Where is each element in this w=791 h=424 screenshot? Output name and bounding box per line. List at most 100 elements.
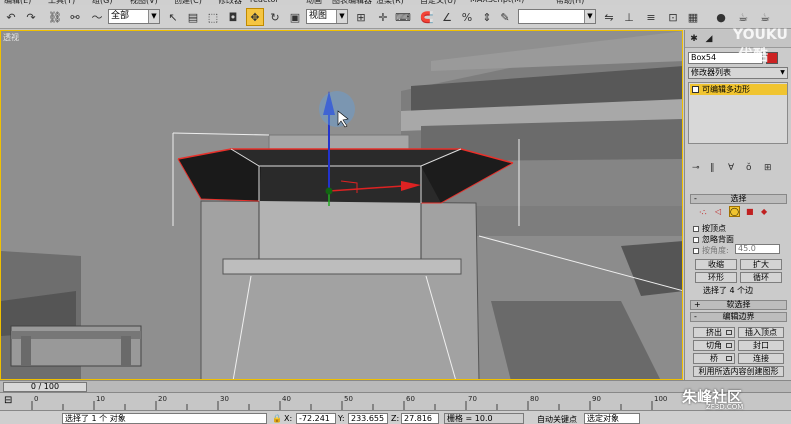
named-selection-dropdown[interactable]: ▼ <box>518 9 596 24</box>
select-manipulate-icon[interactable]: ✛ <box>374 8 392 26</box>
track-tick-label: 30 <box>220 395 229 403</box>
align-icon[interactable]: ⊥ <box>620 8 638 26</box>
edit-named-selection-icon[interactable]: ✎ <box>496 8 514 26</box>
stack-expand-icon[interactable] <box>692 86 699 93</box>
x-label: X: <box>284 414 293 423</box>
viewport-label[interactable]: 透视 <box>3 32 19 43</box>
angle-snap-icon[interactable]: ∠ <box>438 8 456 26</box>
bridge-button[interactable]: 桥 <box>693 353 735 364</box>
command-panel: ✱ ◢ Box54 修改器列表 ▼ 可编辑多边形 ⊸ ‖ ∀ ǒ ⊞ - 选择 ·∴… <box>684 30 791 380</box>
auto-key-label[interactable]: 自动关键点 <box>537 414 577 424</box>
shrink-button[interactable]: 收缩 <box>695 259 737 270</box>
show-end-result-icon[interactable]: ‖ <box>710 163 715 173</box>
y-coordinate-field[interactable]: 233.655 <box>348 413 388 424</box>
undo-icon[interactable]: ↶ <box>2 8 20 26</box>
time-slider[interactable]: 0 / 100 <box>3 382 87 392</box>
spinner-snap-icon[interactable]: ⇕ <box>478 8 496 26</box>
track-tick-label: 70 <box>468 395 477 403</box>
track-tick-label: 60 <box>406 395 415 403</box>
track-tick-label: 20 <box>158 395 167 403</box>
configure-sets-icon[interactable]: ⊞ <box>764 163 772 173</box>
pillar-ledge <box>222 258 462 275</box>
vertex-level-icon[interactable]: ·∴ <box>699 208 707 217</box>
track-tick-label: 10 <box>96 395 105 403</box>
mirror-icon[interactable]: ⇋ <box>600 8 618 26</box>
soft-selection-rollout-header[interactable]: + 软选择 <box>690 300 787 310</box>
selection-filter-dropdown[interactable]: 全部 ▼ <box>108 9 160 24</box>
track-tick-label: 40 <box>282 395 291 403</box>
snap-toggle-icon[interactable]: 🧲 <box>418 8 436 26</box>
border-level-icon[interactable]: ◯ <box>729 206 740 217</box>
chamfer-button[interactable]: 切角 <box>693 340 735 351</box>
youku-watermark: YOUKU <box>733 27 788 43</box>
pivot-center-icon[interactable]: ⊞ <box>352 8 370 26</box>
edge-level-icon[interactable]: ◁ <box>715 207 721 216</box>
grow-button[interactable]: 扩大 <box>740 259 782 270</box>
stack-toolbar: ⊸ ‖ ∀ ǒ ⊞ <box>688 163 788 177</box>
key-filter-dropdown[interactable]: 选定对象 <box>584 413 640 424</box>
curve-editor-icon[interactable]: ⊡ <box>664 8 682 26</box>
window-crossing-icon[interactable]: ◘ <box>224 8 242 26</box>
track-tick-label: 80 <box>530 395 539 403</box>
x-coordinate-field[interactable]: -72.241 <box>296 413 336 424</box>
bind-space-warp-icon[interactable]: 〜 <box>88 8 106 26</box>
gizmo-center[interactable] <box>325 187 333 195</box>
loop-button[interactable]: 循环 <box>740 272 782 283</box>
track-scale: 0 10 20 30 40 50 60 70 80 90 100 <box>31 395 667 410</box>
ignore-backfacing-checkbox[interactable]: 忽略背面 <box>693 234 734 245</box>
lock-selection-icon[interactable]: 🔒 <box>272 414 282 423</box>
track-bar[interactable]: ⊟ 0 10 20 30 40 50 60 70 80 90 100 <box>0 392 791 410</box>
select-rotate-icon[interactable]: ↻ <box>266 8 284 26</box>
status-bar: 选择了 1 个 对象 🔒 X: -72.241 Y: 233.655 Z: 27… <box>0 410 791 424</box>
pin-stack-icon[interactable]: ⊸ <box>692 163 700 173</box>
element-level-icon[interactable]: ◆ <box>761 207 767 216</box>
extrude-button[interactable]: 挤出 <box>693 327 735 338</box>
render-setup-icon[interactable]: ☕ <box>734 8 752 26</box>
modifier-stack: 可编辑多边形 <box>688 82 788 144</box>
z-coordinate-field[interactable]: 27.816 <box>401 413 439 424</box>
insert-vertex-button[interactable]: 插入顶点 <box>738 327 784 338</box>
time-slider-bar: 0 / 100 <box>0 380 791 392</box>
redo-icon[interactable]: ↷ <box>22 8 40 26</box>
modifier-list-dropdown[interactable]: 修改器列表 ▼ <box>688 67 788 79</box>
selection-rollout-header[interactable]: - 选择 <box>690 194 787 204</box>
schematic-view-icon[interactable]: ▦ <box>684 8 702 26</box>
angle-spinner[interactable]: 45.0 <box>735 244 780 254</box>
rectangular-selection-icon[interactable]: ⬚ <box>204 8 222 26</box>
percent-snap-icon[interactable]: % <box>458 8 476 26</box>
create-shape-button[interactable]: 利用所选内容创建图形 <box>693 366 784 377</box>
ring-button[interactable]: 环形 <box>695 272 737 283</box>
edit-borders-rollout-header[interactable]: - 编辑边界 <box>690 312 787 322</box>
connect-button[interactable]: 连接 <box>738 353 784 364</box>
unlink-icon[interactable]: ⚯ <box>66 8 84 26</box>
keyboard-shortcut-icon[interactable]: ⌨ <box>394 8 412 26</box>
select-object-icon[interactable]: ↖ <box>164 8 182 26</box>
menu-item[interactable]: MAXScript(M) <box>470 0 524 4</box>
select-scale-icon[interactable]: ▣ <box>286 8 304 26</box>
by-vertex-checkbox[interactable]: 按顶点 <box>693 223 726 234</box>
track-tick-label: 0 <box>34 395 38 403</box>
select-by-name-icon[interactable]: ▤ <box>184 8 202 26</box>
by-angle-checkbox[interactable]: 按角度: <box>693 245 729 256</box>
menu-item[interactable]: reactor <box>250 0 279 4</box>
bench-post <box>121 336 131 366</box>
layer-manager-icon[interactable]: ≡ <box>642 8 660 26</box>
remove-modifier-icon[interactable]: ǒ <box>746 163 752 173</box>
select-move-icon[interactable]: ✥ <box>246 8 264 26</box>
select-link-icon[interactable]: ⛓ <box>46 8 64 26</box>
material-editor-icon[interactable]: ● <box>712 8 730 26</box>
polygon-level-icon[interactable]: ■ <box>746 207 754 216</box>
main-toolbar: ↶ ↷ ⛓ ⚯ 〜 全部 ▼ ↖ ▤ ⬚ ◘ ✥ ↻ ▣ 视图 ▼ ⊞ ✛ ⌨ 🧲 … <box>0 5 791 29</box>
reference-coord-dropdown[interactable]: 视图 ▼ <box>306 9 348 24</box>
quick-render-icon[interactable]: ☕ <box>756 8 774 26</box>
bench-post <box>21 336 31 366</box>
key-mode-icon[interactable]: ⊟ <box>4 395 12 406</box>
perspective-viewport[interactable]: 透视 <box>0 30 683 380</box>
make-unique-icon[interactable]: ∀ <box>728 163 734 173</box>
selection-status: 选择了 1 个 对象 <box>62 413 267 424</box>
viewport-scene[interactable] <box>1 31 683 380</box>
modify-tab-icon[interactable]: ◢ <box>702 32 716 46</box>
stack-item-editable-poly[interactable]: 可编辑多边形 <box>690 84 787 95</box>
create-tab-icon[interactable]: ✱ <box>687 32 701 46</box>
cap-button[interactable]: 封口 <box>738 340 784 351</box>
